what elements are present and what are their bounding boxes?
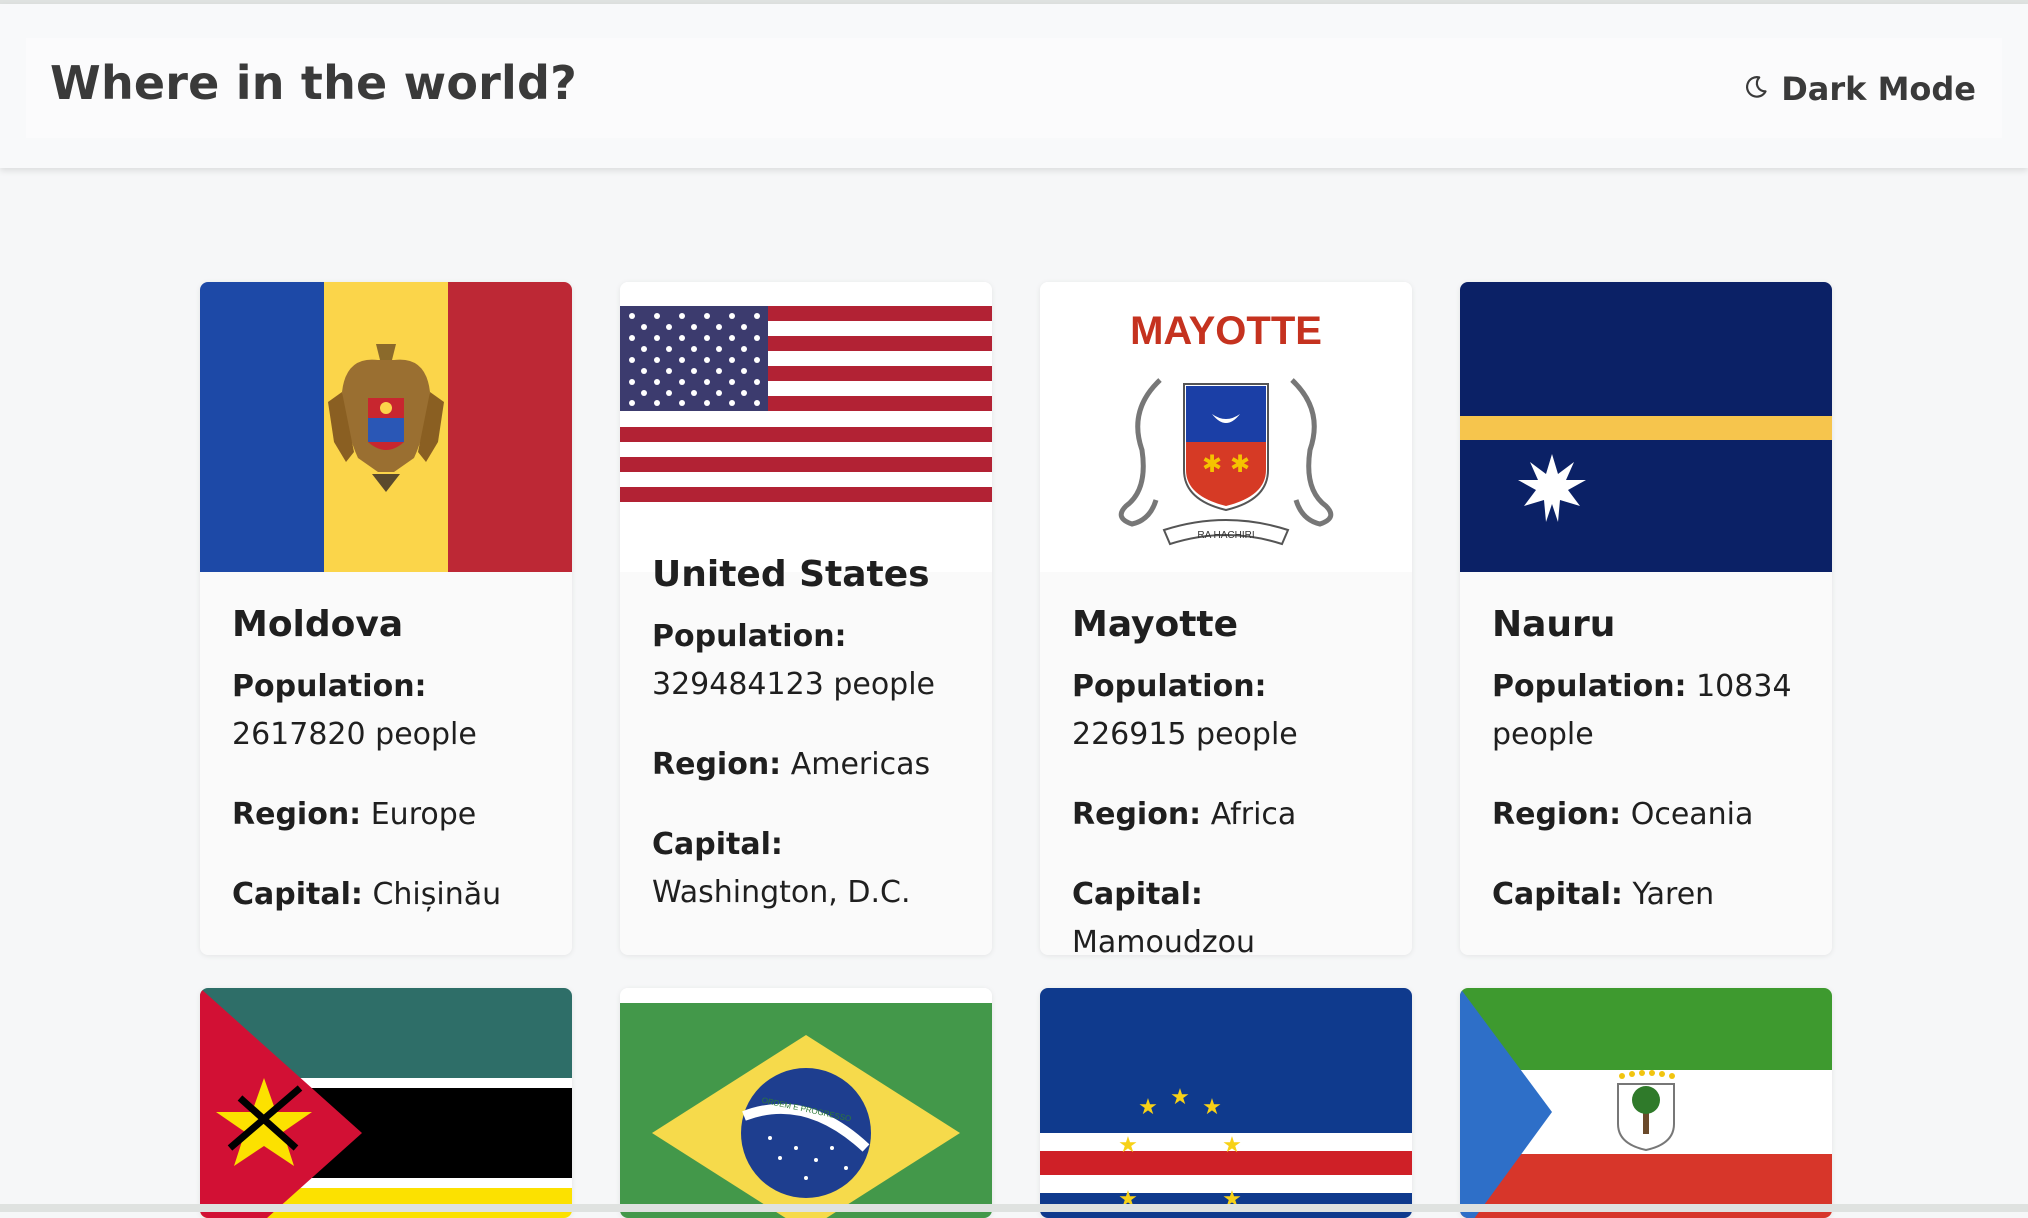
flag-united-states (620, 282, 992, 572)
region-label: Region: (652, 747, 782, 782)
population-value: 329484123 people (652, 667, 936, 702)
capital-value: Yaren (1632, 877, 1715, 912)
capital-value: Washington, D.C. (652, 875, 911, 910)
flag-nauru (1460, 282, 1832, 572)
country-card-cape-verde[interactable]: ★ ★ ★ ★ ★ ★ ★ (1040, 988, 1412, 1218)
country-card-mozambique[interactable] (200, 988, 572, 1218)
svg-text:✱: ✱ (1230, 450, 1250, 478)
flag-mozambique (200, 988, 572, 1218)
population-row: Population: 226915 people (1072, 663, 1390, 759)
population-row: Population: 329484123 people (652, 613, 970, 709)
window-bottom-border (0, 1204, 2028, 1212)
app-title: Where in the world? (50, 56, 578, 110)
capital-value: Mamoudzou (1072, 925, 1256, 955)
country-name: Nauru (1492, 604, 1616, 645)
country-name: Moldova (232, 604, 404, 645)
country-card-united-states[interactable]: United States Population: 329484123 peop… (620, 282, 992, 955)
svg-text:★: ★ (1202, 1095, 1222, 1120)
flag-mayotte: MAYOTTE ✱ ✱ RA HACHIRI (1040, 282, 1412, 572)
region-row: Region: Americas (652, 741, 970, 789)
population-row: Population: 2617820 people (232, 663, 550, 759)
country-card-mayotte[interactable]: MAYOTTE ✱ ✱ RA HACHIRI Mayotte Populatio… (1040, 282, 1412, 955)
app-header: Where in the world? Dark Mode (0, 4, 2028, 168)
population-label: Population: (1072, 669, 1267, 704)
capital-label: Capital: (1072, 877, 1203, 912)
region-label: Region: (232, 797, 362, 832)
svg-text:✱: ✱ (1202, 450, 1222, 478)
region-value: Oceania (1630, 797, 1754, 832)
population-value: 226915 people (1072, 717, 1298, 752)
capital-row: Capital: Yaren (1492, 871, 1810, 919)
capital-row: Capital: Chișinău (232, 871, 550, 919)
country-info: Nauru Population: 10834 people Region: O… (1492, 604, 1810, 951)
flag-brazil: ORDEM E PROGRESSO (620, 988, 992, 1218)
country-card-moldova[interactable]: Moldova Population: 2617820 people Regio… (200, 282, 572, 955)
region-value: Africa (1210, 797, 1297, 832)
header-bar: Where in the world? Dark Mode (26, 38, 2002, 138)
country-info: United States Population: 329484123 peop… (652, 554, 970, 949)
region-label: Region: (1072, 797, 1202, 832)
flag-title-text: MAYOTTE (1130, 309, 1322, 353)
svg-text:★: ★ (1118, 1133, 1138, 1158)
country-name: Mayotte (1072, 604, 1239, 645)
svg-text:★: ★ (1170, 1085, 1190, 1110)
capital-label: Capital: (1492, 877, 1623, 912)
country-card-equatorial-guinea[interactable] (1460, 988, 1832, 1218)
population-label: Population: (232, 669, 427, 704)
flag-moldova (200, 282, 572, 572)
region-row: Region: Africa (1072, 791, 1390, 839)
country-card-nauru[interactable]: Nauru Population: 10834 people Region: O… (1460, 282, 1832, 955)
capital-label: Capital: (232, 877, 363, 912)
moon-icon (1743, 70, 1769, 108)
flag-cape-verde: ★ ★ ★ ★ ★ ★ ★ (1040, 988, 1412, 1218)
population-label: Population: (652, 619, 847, 654)
svg-text:★: ★ (1138, 1095, 1158, 1120)
capital-value: Chișinău (372, 877, 502, 912)
population-row: Population: 10834 people (1492, 663, 1810, 759)
region-label: Region: (1492, 797, 1622, 832)
country-info: Mayotte Population: 226915 people Region… (1072, 604, 1390, 955)
dark-mode-toggle[interactable]: Dark Mode (1743, 68, 1976, 110)
country-card-brazil[interactable]: ORDEM E PROGRESSO (620, 988, 992, 1218)
population-label: Population: (1492, 669, 1687, 704)
country-info: Moldova Population: 2617820 people Regio… (232, 604, 550, 951)
region-value: Americas (790, 747, 931, 782)
capital-label: Capital: (652, 827, 783, 862)
flag-equatorial-guinea (1460, 988, 1832, 1218)
region-value: Europe (370, 797, 477, 832)
svg-text:★: ★ (1222, 1133, 1242, 1158)
flag-motto-text: RA HACHIRI (1197, 530, 1254, 541)
capital-row: Capital: Mamoudzou (1072, 871, 1390, 955)
population-value: 2617820 people (232, 717, 477, 752)
region-row: Region: Europe (232, 791, 550, 839)
capital-row: Capital: Washington, D.C. (652, 821, 970, 917)
dark-mode-label: Dark Mode (1781, 70, 1976, 108)
country-name: United States (652, 554, 930, 595)
region-row: Region: Oceania (1492, 791, 1810, 839)
